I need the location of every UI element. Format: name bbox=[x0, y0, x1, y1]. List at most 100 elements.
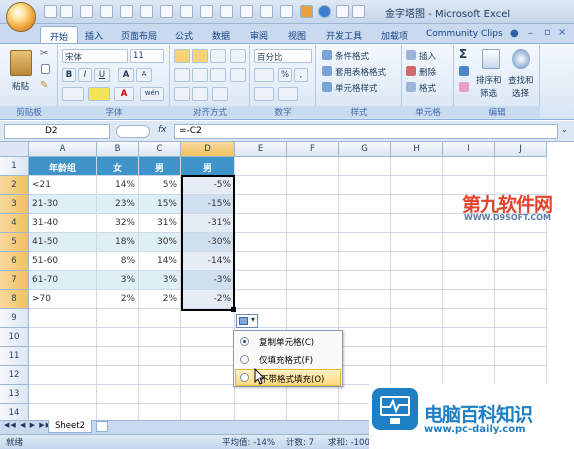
cell[interactable] bbox=[235, 233, 287, 252]
cell[interactable] bbox=[139, 328, 181, 347]
tab-addins[interactable]: 加载项 bbox=[372, 26, 417, 43]
cell[interactable] bbox=[495, 271, 547, 290]
cell[interactable] bbox=[391, 195, 443, 214]
print-icon[interactable] bbox=[100, 5, 113, 18]
table-value-cell[interactable]: 31% bbox=[139, 214, 181, 233]
cell[interactable] bbox=[181, 328, 235, 347]
cell[interactable] bbox=[443, 290, 495, 309]
currency-icon[interactable] bbox=[254, 68, 274, 82]
column-header-h[interactable]: H bbox=[391, 142, 443, 157]
copy-icon[interactable] bbox=[41, 64, 50, 74]
quick-access-tool-icon[interactable] bbox=[120, 5, 133, 18]
percent-button[interactable]: % bbox=[278, 68, 292, 82]
table-value-cell[interactable]: -3% bbox=[181, 271, 235, 290]
font-name-select[interactable]: 宋体 bbox=[62, 49, 128, 63]
conditional-format-button[interactable]: 条件格式 bbox=[335, 50, 369, 62]
cell[interactable] bbox=[29, 328, 97, 347]
column-header-g[interactable]: G bbox=[339, 142, 391, 157]
decrease-indent-icon[interactable] bbox=[174, 87, 190, 101]
sort-filter-label-2[interactable]: 筛选 bbox=[480, 87, 497, 99]
cell[interactable] bbox=[443, 366, 495, 385]
phonetic-button[interactable]: wén bbox=[140, 87, 164, 101]
insert-sheet-icon[interactable] bbox=[96, 421, 108, 432]
cell[interactable] bbox=[97, 347, 139, 366]
row-header-6[interactable]: 6 bbox=[0, 252, 29, 271]
cell[interactable] bbox=[287, 233, 339, 252]
formula-input[interactable]: =-C2 bbox=[174, 124, 558, 139]
tab-page-layout[interactable]: 页面布局 bbox=[112, 26, 166, 43]
cell[interactable] bbox=[97, 328, 139, 347]
column-header-d[interactable]: D bbox=[181, 142, 235, 157]
cell[interactable] bbox=[339, 214, 391, 233]
borders-icon[interactable] bbox=[62, 87, 84, 101]
cell[interactable] bbox=[97, 309, 139, 328]
select-all-corner[interactable] bbox=[0, 142, 29, 157]
shrink-font-button[interactable]: A bbox=[136, 68, 152, 82]
column-header-b[interactable]: B bbox=[97, 142, 139, 157]
age-group-cell[interactable]: 41-50 bbox=[29, 233, 97, 252]
cell[interactable] bbox=[29, 366, 97, 385]
cell[interactable] bbox=[391, 252, 443, 271]
age-group-cell[interactable]: 21-30 bbox=[29, 195, 97, 214]
tab-developer[interactable]: 开发工具 bbox=[317, 26, 371, 43]
table-value-cell[interactable]: 30% bbox=[139, 233, 181, 252]
fill-icon[interactable] bbox=[459, 66, 469, 76]
insert-cells-button[interactable]: 插入 bbox=[419, 50, 436, 62]
row-header-8[interactable]: 8 bbox=[0, 290, 29, 309]
cell[interactable] bbox=[287, 214, 339, 233]
row-header-3[interactable]: 3 bbox=[0, 195, 29, 214]
cell[interactable] bbox=[443, 271, 495, 290]
orientation-icon[interactable] bbox=[230, 49, 246, 63]
help-icon[interactable] bbox=[318, 5, 331, 18]
email-icon[interactable] bbox=[180, 5, 193, 18]
cell[interactable] bbox=[235, 195, 287, 214]
restore-icon[interactable]: ▫ bbox=[544, 27, 551, 38]
sort-icon[interactable] bbox=[240, 5, 253, 18]
tab-community-clips[interactable]: Community Clips bbox=[417, 26, 512, 43]
name-box[interactable]: D2 bbox=[4, 124, 110, 139]
delete-cells-button[interactable]: 删除 bbox=[419, 66, 436, 78]
increase-indent-icon[interactable] bbox=[192, 87, 208, 101]
cell-styles-button[interactable]: 单元格样式 bbox=[335, 82, 378, 94]
auto-fill-options-button[interactable]: ▾ bbox=[236, 314, 258, 328]
table-value-cell[interactable]: 2% bbox=[139, 290, 181, 309]
cell[interactable] bbox=[495, 309, 547, 328]
table-value-cell[interactable]: 5% bbox=[139, 176, 181, 195]
cell[interactable] bbox=[391, 328, 443, 347]
cell[interactable] bbox=[339, 195, 391, 214]
cell[interactable] bbox=[391, 157, 443, 176]
cell[interactable] bbox=[495, 233, 547, 252]
table-value-cell[interactable]: -31% bbox=[181, 214, 235, 233]
grow-font-button[interactable]: A bbox=[118, 68, 134, 82]
new-document-icon[interactable] bbox=[140, 5, 153, 18]
underline-button[interactable]: U bbox=[94, 68, 110, 82]
tab-view[interactable]: 视图 bbox=[279, 26, 315, 43]
cell[interactable] bbox=[495, 347, 547, 366]
table-value-cell[interactable]: 8% bbox=[97, 252, 139, 271]
row-header-9[interactable]: 9 bbox=[0, 309, 29, 328]
cell[interactable] bbox=[287, 385, 339, 404]
cell[interactable] bbox=[339, 366, 391, 385]
merge-center-icon[interactable] bbox=[230, 68, 246, 82]
insert-function-button[interactable]: fx bbox=[158, 125, 167, 135]
align-left-icon[interactable] bbox=[174, 68, 190, 82]
clear-icon[interactable] bbox=[459, 82, 469, 92]
find-select-label-1[interactable]: 查找和 bbox=[508, 74, 534, 86]
table-value-cell[interactable]: -15% bbox=[181, 195, 235, 214]
menu-item-fill-without-formatting[interactable]: 不带格式填充(O) bbox=[235, 369, 341, 386]
row-header-4[interactable]: 4 bbox=[0, 214, 29, 233]
expand-formula-bar-icon[interactable]: ⌄ bbox=[561, 125, 568, 134]
cell[interactable] bbox=[235, 176, 287, 195]
row-header-13[interactable]: 13 bbox=[0, 385, 29, 404]
table-value-cell[interactable]: 2% bbox=[97, 290, 139, 309]
column-header-j[interactable]: J bbox=[495, 142, 547, 157]
cell[interactable] bbox=[287, 290, 339, 309]
minimize-icon[interactable]: – bbox=[528, 28, 533, 39]
cell[interactable] bbox=[287, 309, 339, 328]
cell[interactable] bbox=[443, 347, 495, 366]
age-group-cell[interactable]: >70 bbox=[29, 290, 97, 309]
cell[interactable] bbox=[391, 290, 443, 309]
cell[interactable] bbox=[391, 309, 443, 328]
decrease-decimal-icon[interactable] bbox=[278, 87, 298, 101]
cell[interactable] bbox=[29, 385, 97, 404]
